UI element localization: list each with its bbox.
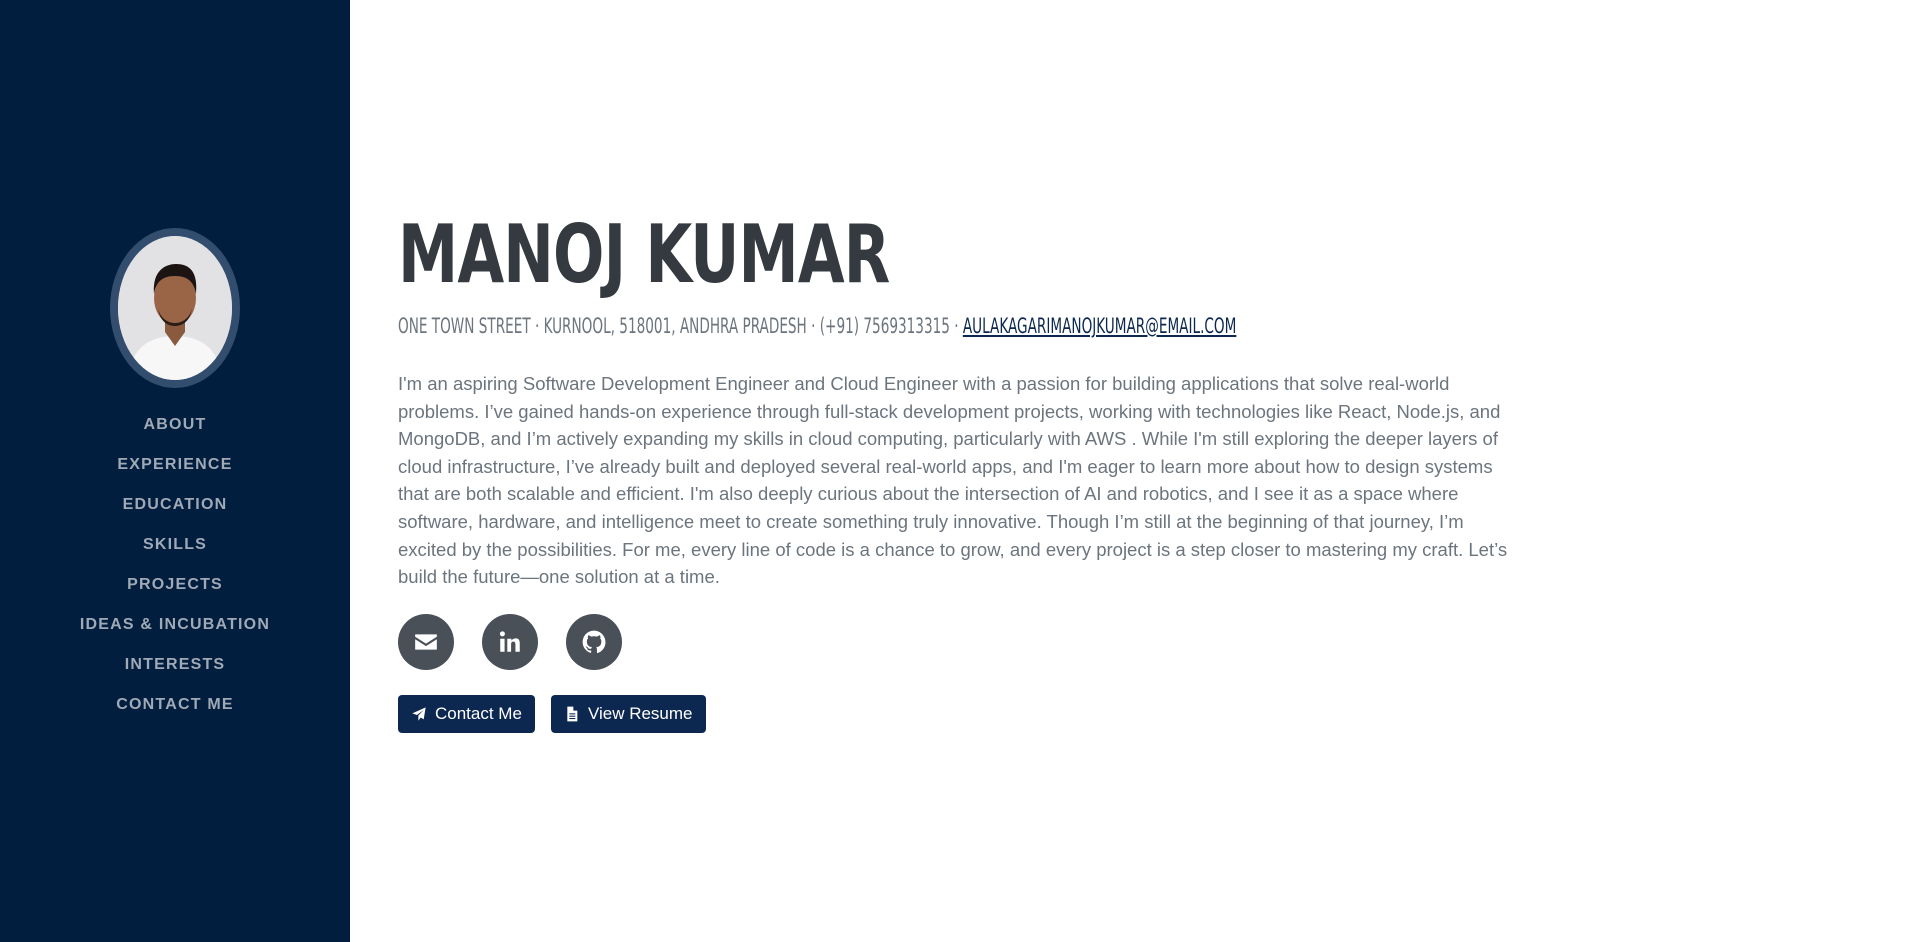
action-buttons: Contact Me View Resume bbox=[398, 695, 706, 733]
nav-item-ideas-incubation[interactable]: IDEAS & INCUBATION bbox=[0, 612, 350, 652]
email-link[interactable]: AULAKAGARIMANOJKUMAR@EMAIL.COM bbox=[963, 314, 1236, 338]
view-resume-label: View Resume bbox=[587, 704, 693, 723]
contact-line: ONE TOWN STREET · KURNOOL, 518001, ANDHR… bbox=[398, 314, 1236, 338]
github-social-button[interactable] bbox=[566, 614, 622, 670]
paper-plane-icon bbox=[412, 707, 426, 721]
nav-item-experience[interactable]: EXPERIENCE bbox=[0, 452, 350, 492]
nav-item-education[interactable]: EDUCATION bbox=[0, 492, 350, 532]
envelope-icon bbox=[415, 634, 437, 650]
sidebar: ABOUT EXPERIENCE EDUCATION SKILLS PROJEC… bbox=[0, 0, 350, 942]
avatar[interactable] bbox=[110, 228, 240, 388]
social-links bbox=[398, 614, 622, 670]
view-resume-button[interactable]: View Resume bbox=[550, 695, 706, 733]
profile-photo-image bbox=[118, 236, 232, 380]
nav-item-skills[interactable]: SKILLS bbox=[0, 532, 350, 572]
nav-item-interests[interactable]: INTERESTS bbox=[0, 652, 350, 692]
address-text: ONE TOWN STREET · KURNOOL, 518001, ANDHR… bbox=[398, 314, 963, 338]
contact-me-label: Contact Me bbox=[435, 704, 522, 723]
sidebar-nav: ABOUT EXPERIENCE EDUCATION SKILLS PROJEC… bbox=[0, 412, 350, 732]
profile-photo bbox=[118, 236, 232, 380]
nav-item-contact-me[interactable]: CONTACT ME bbox=[0, 692, 350, 732]
linkedin-icon bbox=[499, 631, 520, 652]
nav-item-about[interactable]: ABOUT bbox=[0, 412, 350, 452]
linkedin-social-button[interactable] bbox=[482, 614, 538, 670]
file-icon bbox=[567, 706, 578, 722]
contact-me-button[interactable]: Contact Me bbox=[398, 695, 535, 733]
email-social-button[interactable] bbox=[398, 614, 454, 670]
page-title: MANOJ KUMAR bbox=[398, 208, 890, 301]
github-icon bbox=[582, 630, 606, 654]
nav-item-projects[interactable]: PROJECTS bbox=[0, 572, 350, 612]
bio-text: I'm an aspiring Software Development Eng… bbox=[398, 373, 1508, 588]
